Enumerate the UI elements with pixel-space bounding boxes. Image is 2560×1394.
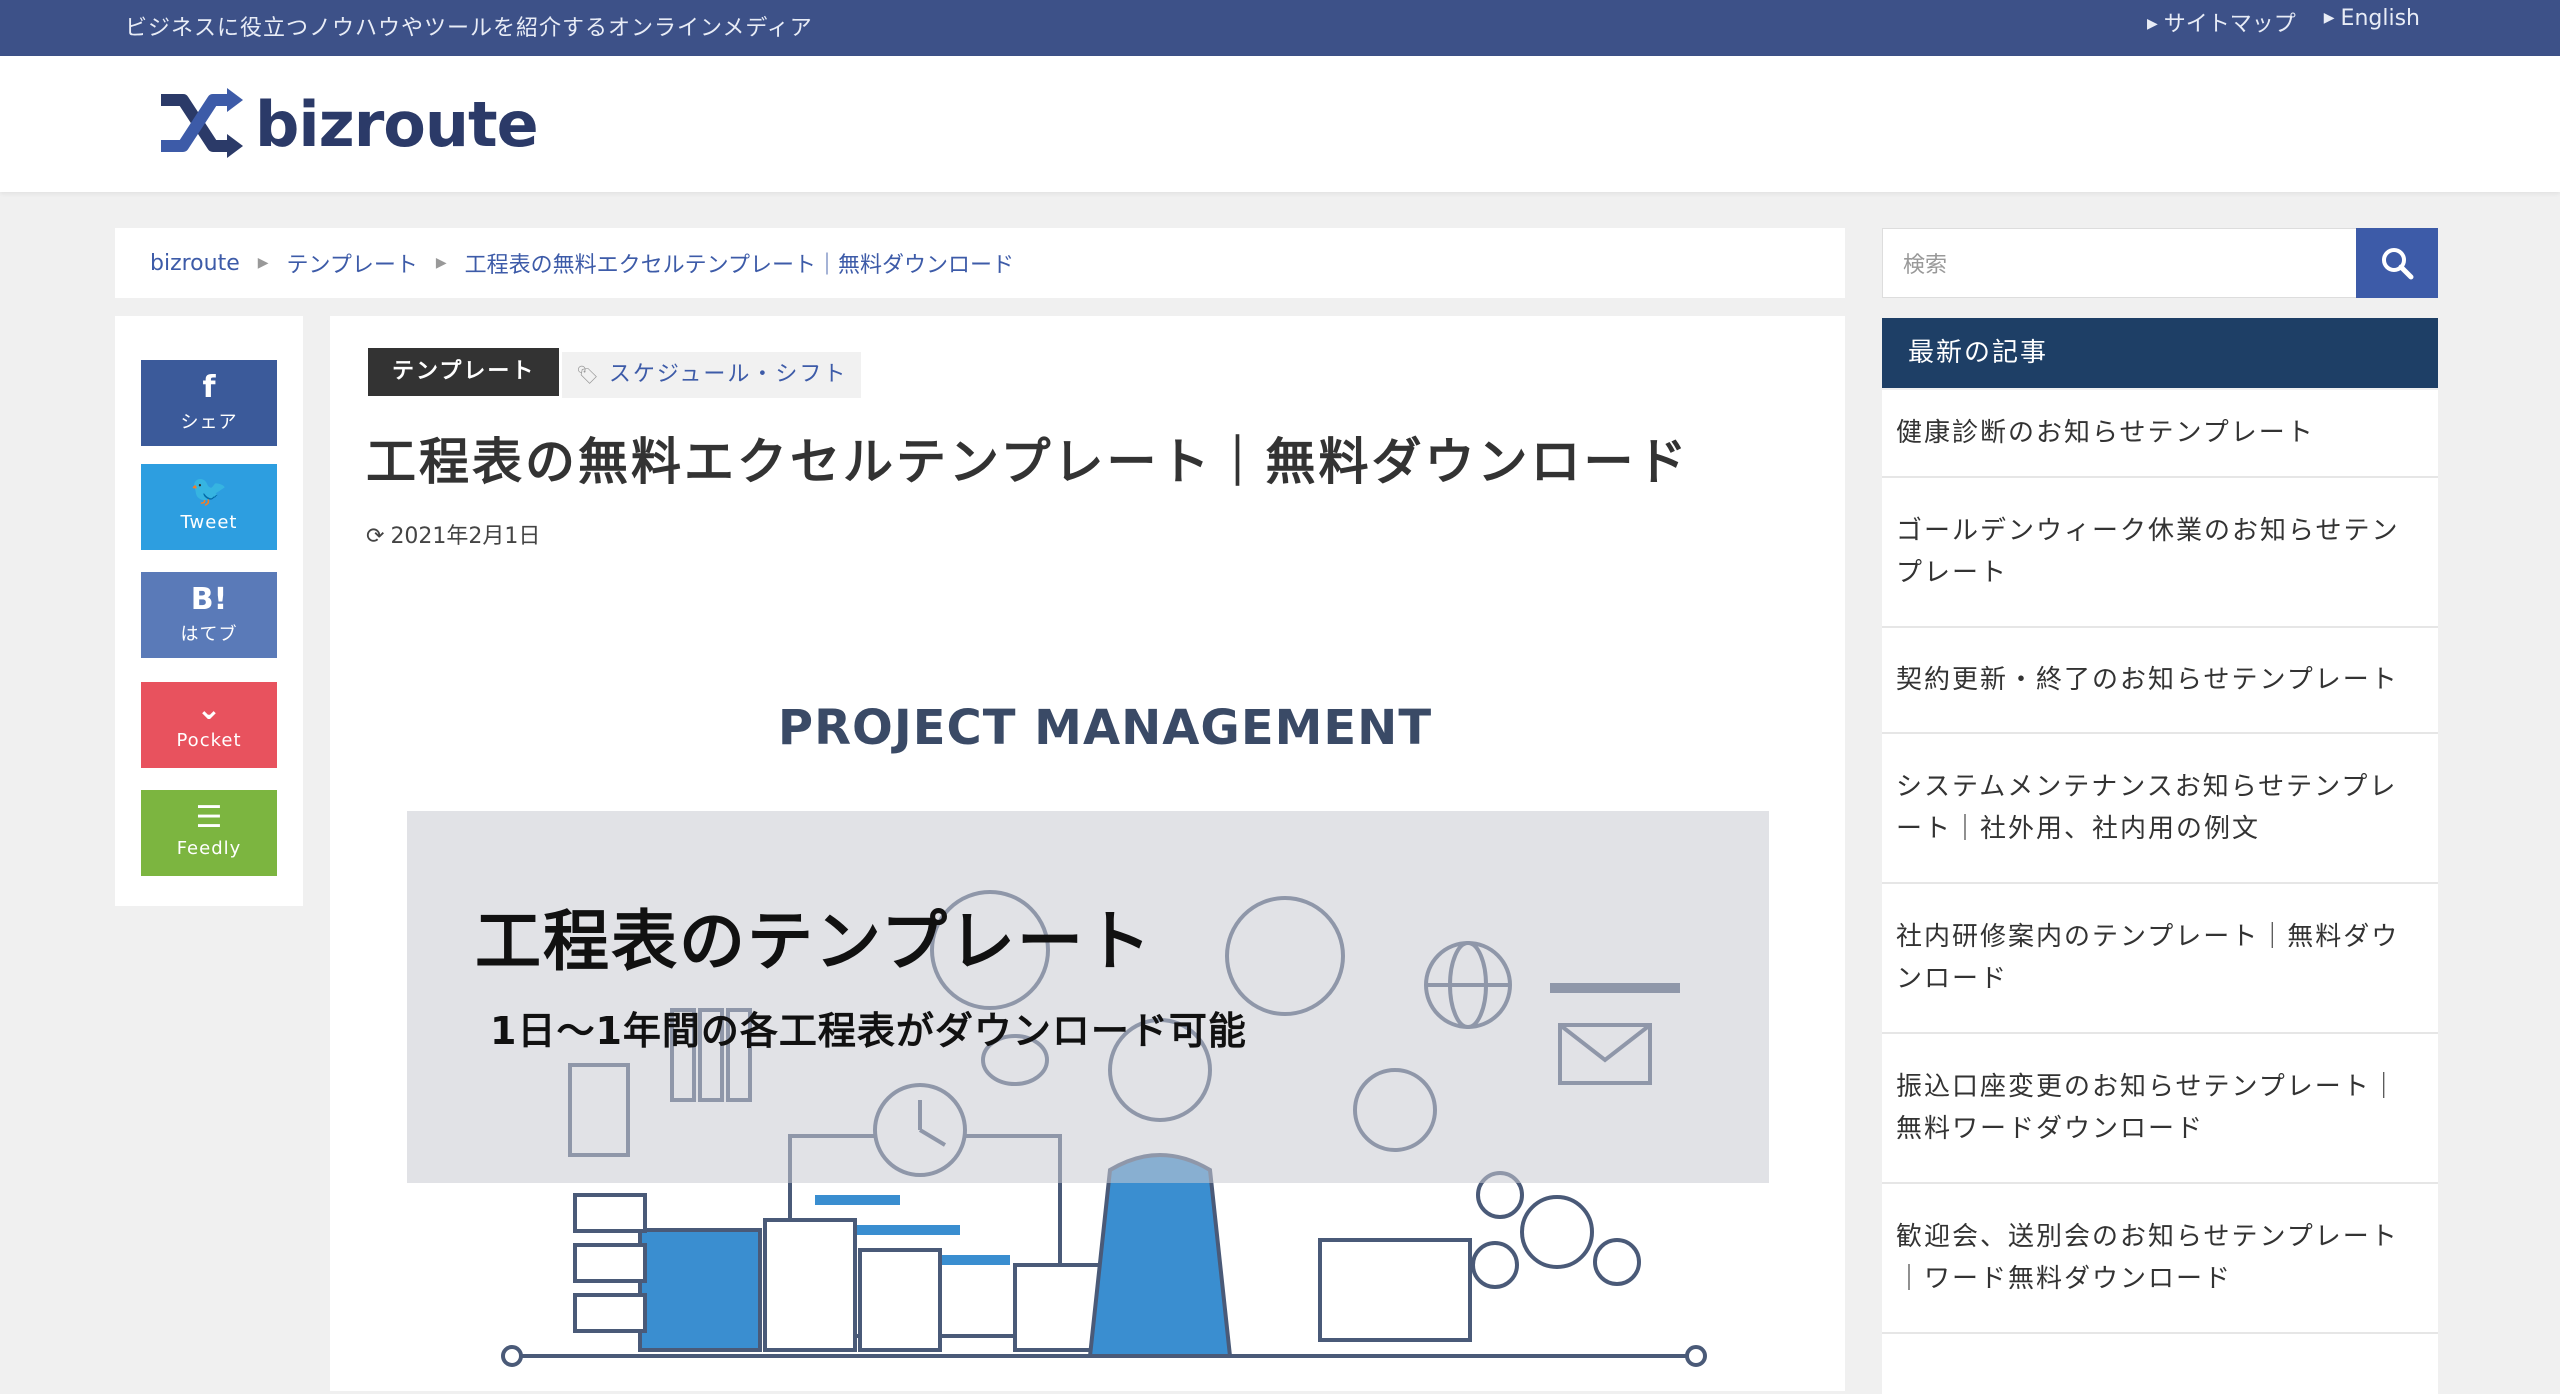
site-header: bizroute <box>0 56 2560 192</box>
breadcrumb-home[interactable]: bizroute <box>150 251 240 276</box>
caret-right-icon: ▶ <box>2146 16 2158 32</box>
category-badge[interactable]: テンプレート <box>368 348 560 396</box>
search-icon <box>2382 248 2414 280</box>
logo-text: bizroute <box>255 87 539 161</box>
logo-mark-icon <box>161 88 243 158</box>
article-title: 工程表の無料エクセルテンプレート｜無料ダウンロード <box>366 433 1690 491</box>
search-button[interactable] <box>2356 228 2438 298</box>
breadcrumb: bizroute ▶ テンプレート ▶ 工程表の無料エクセルテンプレート｜無料ダ… <box>115 228 1845 298</box>
hatena-bookmark-button[interactable]: B! はてブ <box>141 572 277 658</box>
feedly-button[interactable]: ☰ Feedly <box>141 790 277 876</box>
pocket-icon: ⌄ <box>196 692 222 727</box>
tag-badge[interactable]: 🏷 スケジュール・シフト <box>562 352 862 398</box>
breadcrumb-category[interactable]: テンプレート <box>287 247 418 279</box>
search-input[interactable]: 検索 <box>1882 228 2438 298</box>
breadcrumb-separator-icon: ▶ <box>257 255 269 271</box>
share-buttons: f シェア 🐦 Tweet B! はてブ ⌄ Pocket ☰ Feedly <box>115 316 303 906</box>
recent-post-item[interactable]: 社内研修案内のテンプレート｜無料ダウンロード <box>1882 884 2438 1034</box>
article: テンプレート 🏷 スケジュール・シフト 工程表の無料エクセルテンプレート｜無料ダウ… <box>330 316 1845 1391</box>
sitemap-link[interactable]: ▶ サイトマップ <box>2147 6 2296 38</box>
recent-post-item[interactable]: 契約更新・終了のお知らせテンプレート <box>1882 628 2438 734</box>
twitter-share-button[interactable]: 🐦 Tweet <box>141 464 277 550</box>
recent-posts-heading: 最新の記事 <box>1882 318 2438 388</box>
breadcrumb-separator-icon: ▶ <box>435 255 447 271</box>
recent-posts-list: 健康診断のお知らせテンプレート ゴールデンウィーク休業のお知らせテンプレート 契… <box>1882 390 2438 1394</box>
site-tagline: ビジネスに役立つノウハウやツールを紹介するオンラインメディア <box>125 16 813 41</box>
article-date: ⟳ 2021年2月1日 <box>366 524 541 549</box>
site-logo[interactable]: bizroute <box>155 84 539 164</box>
recent-post-item[interactable]: システムメンテナンスお知らせテンプレート｜社外用、社内用の例文 <box>1882 734 2438 884</box>
top-bar: ビジネスに役立つノウハウやツールを紹介するオンラインメディア ▶ サイトマップ ▶… <box>0 0 2560 56</box>
top-links: ▶ サイトマップ ▶ English <box>2147 6 2420 38</box>
recent-post-item[interactable]: 振込口座変更のお知らせテンプレート｜無料ワードダウンロード <box>1882 1034 2438 1184</box>
tag-icon: 🏷 <box>576 365 601 386</box>
recent-post-item[interactable]: 健康診断のお知らせテンプレート <box>1882 390 2438 478</box>
pocket-button[interactable]: ⌄ Pocket <box>141 682 277 768</box>
facebook-icon: f <box>202 370 216 405</box>
twitter-icon: 🐦 <box>190 474 228 509</box>
recent-post-item[interactable]: 歓迎会、送別会のお知らせテンプレート｜ワード無料ダウンロード <box>1882 1184 2438 1334</box>
rss-icon: ☰ <box>195 800 223 835</box>
english-link[interactable]: ▶ English <box>2324 6 2420 38</box>
breadcrumb-current[interactable]: 工程表の無料エクセルテンプレート｜無料ダウンロード <box>465 247 1014 279</box>
hatena-icon: B! <box>190 582 228 617</box>
recent-post-item[interactable]: ゴールデンウィーク休業のお知らせテンプレート <box>1882 478 2438 628</box>
facebook-share-button[interactable]: f シェア <box>141 360 277 446</box>
recent-post-item[interactable] <box>1882 1334 2438 1394</box>
caret-right-icon: ▶ <box>2323 10 2335 26</box>
refresh-icon: ⟳ <box>366 524 385 549</box>
